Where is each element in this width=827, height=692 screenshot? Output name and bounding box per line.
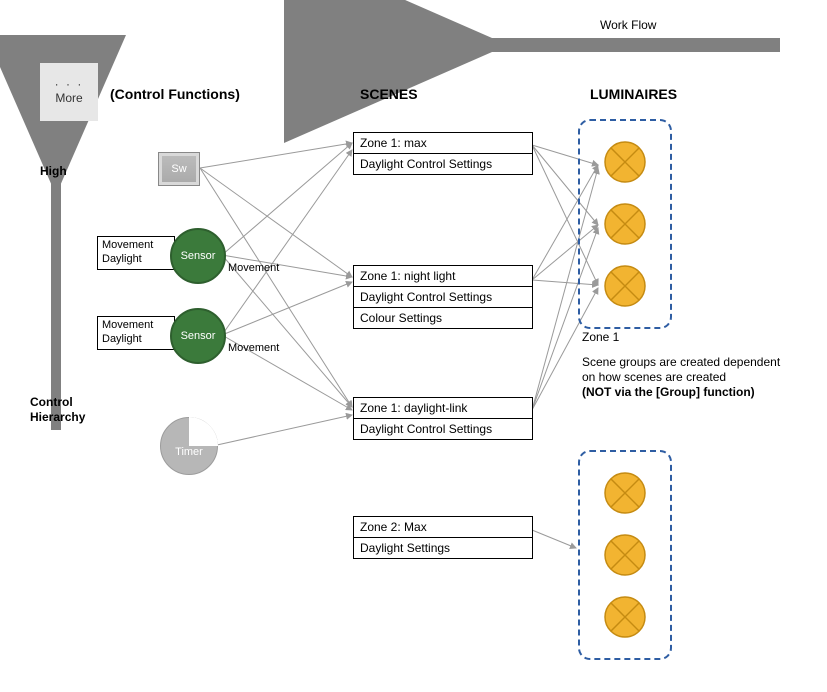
sensor1-circle: Sensor xyxy=(170,228,226,284)
scene-s3-row2: Daylight Control Settings xyxy=(354,419,532,439)
hierarchy-title-l2: Hierarchy xyxy=(30,410,85,425)
zone1-label: Zone 1 xyxy=(582,330,619,344)
sensor1-circle-label: Sensor xyxy=(181,250,216,262)
workflow-label: Work Flow xyxy=(600,18,656,32)
more-dots-icon: · · · xyxy=(40,77,98,91)
note-l3: (NOT via the [Group] function) xyxy=(582,385,802,400)
scene-group-note: Scene groups are created dependent on ho… xyxy=(582,355,802,400)
note-l1: Scene groups are created dependent xyxy=(582,355,802,370)
luminaire-icon xyxy=(603,140,647,184)
scene-s4-row2: Daylight Settings xyxy=(354,538,532,558)
hierarchy-title: Control Hierarchy xyxy=(30,395,85,425)
scene-s1-title: Zone 1: max xyxy=(354,133,532,154)
sensor2-circle-label: Sensor xyxy=(181,330,216,342)
more-label: More xyxy=(40,91,98,105)
note-l2: on how scenes are created xyxy=(582,370,802,385)
sensor1-movement-word: Movement xyxy=(228,262,279,274)
timer-label: Timer xyxy=(161,446,217,458)
col-hdr-controls: (Control Functions) xyxy=(110,86,240,102)
luminaire-icon xyxy=(603,202,647,246)
switch-node: Sw xyxy=(158,152,200,186)
scene-box-s2: Zone 1: night light Daylight Control Set… xyxy=(353,265,533,329)
switch-label: Sw xyxy=(171,163,186,175)
sensor2-circle: Sensor xyxy=(170,308,226,364)
luminaire-icon xyxy=(603,533,647,577)
scene-s2-row3: Colour Settings xyxy=(354,308,532,328)
timer-wedge-icon xyxy=(189,417,218,446)
col-hdr-scenes: SCENES xyxy=(360,86,418,102)
sensor2-box-l2: Daylight xyxy=(102,333,170,347)
sensor1-box-l2: Daylight xyxy=(102,253,170,267)
scene-box-s4: Zone 2: Max Daylight Settings xyxy=(353,516,533,559)
timer-node: Timer xyxy=(160,417,218,475)
luminaire-group-zone1 xyxy=(578,119,672,329)
luminaire-icon xyxy=(603,264,647,308)
col-hdr-luminaires: LUMINAIRES xyxy=(590,86,677,102)
luminaire-group-zone2 xyxy=(578,450,672,660)
sensor2-movement-word: Movement xyxy=(228,342,279,354)
scene-s3-title: Zone 1: daylight-link xyxy=(354,398,532,419)
luminaire-icon xyxy=(603,595,647,639)
scene-s1-row2: Daylight Control Settings xyxy=(354,154,532,174)
scene-s2-row2: Daylight Control Settings xyxy=(354,287,532,308)
scene-s4-title: Zone 2: Max xyxy=(354,517,532,538)
sensor2-box: Movement Daylight xyxy=(97,316,175,350)
hierarchy-high: High xyxy=(40,164,67,178)
luminaire-icon xyxy=(603,471,647,515)
scene-s2-title: Zone 1: night light xyxy=(354,266,532,287)
hierarchy-title-l1: Control xyxy=(30,395,85,410)
sensor2-box-l1: Movement xyxy=(102,319,170,333)
scene-box-s1: Zone 1: max Daylight Control Settings xyxy=(353,132,533,175)
sensor1-box-l1: Movement xyxy=(102,239,170,253)
sensor1-box: Movement Daylight xyxy=(97,236,175,270)
scene-box-s3: Zone 1: daylight-link Daylight Control S… xyxy=(353,397,533,440)
more-box: · · · More xyxy=(40,63,98,121)
diagram-canvas: Work Flow · · · More (Control Functions)… xyxy=(0,0,827,692)
